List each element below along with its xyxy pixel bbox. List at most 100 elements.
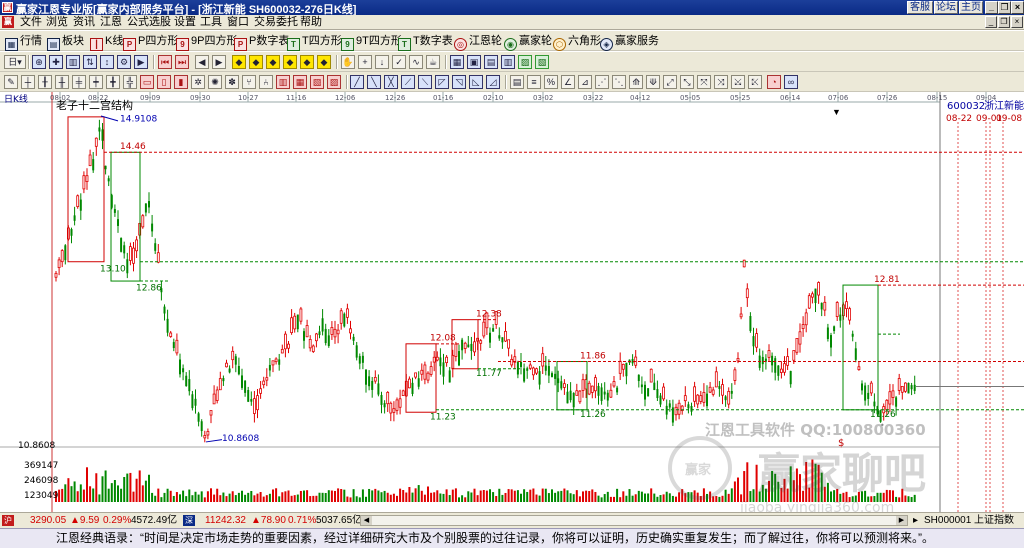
fan-icon-2[interactable]: ⋱ bbox=[612, 75, 626, 89]
toolbar-kline-button[interactable]: ┃ K线 bbox=[90, 33, 123, 51]
line-icon-9[interactable]: ◿ bbox=[486, 75, 500, 89]
bars-icon-7[interactable]: ╬ bbox=[123, 75, 137, 89]
bars-icon-5[interactable]: ┿ bbox=[89, 75, 103, 89]
gear-icon-2[interactable]: ✺ bbox=[208, 75, 222, 89]
grid-toggle-icon[interactable]: ▥ bbox=[66, 55, 80, 69]
toolbar-quotes-button[interactable]: ▦ 行情 bbox=[5, 33, 42, 51]
bars-icon-6[interactable]: ╋ bbox=[106, 75, 120, 89]
plus-icon[interactable]: + bbox=[358, 55, 372, 69]
bars-icon-4[interactable]: ╪ bbox=[72, 75, 86, 89]
settings-icon[interactable]: ⚙ bbox=[117, 55, 131, 69]
pie-icon[interactable]: ◔ bbox=[767, 75, 781, 89]
diamond-icon-4[interactable]: ◆ bbox=[283, 55, 297, 69]
toolbar-t-square-button[interactable]: T T四方形 bbox=[287, 33, 342, 51]
toolbar-9t-square-button[interactable]: 9 9T四方形 bbox=[341, 33, 402, 51]
toolbar-service-button[interactable]: ◈ 赢家服务 bbox=[600, 33, 659, 51]
percent-icon[interactable]: % bbox=[544, 75, 558, 89]
index-selector-icon[interactable]: ▸ bbox=[913, 514, 918, 528]
gear-icon-1[interactable]: ✲ bbox=[191, 75, 205, 89]
curve-icon[interactable]: ∿ bbox=[409, 55, 423, 69]
menu-tools[interactable]: 工具 bbox=[200, 16, 222, 29]
mdi-minimize-button[interactable]: _ bbox=[985, 16, 997, 28]
menu-gann[interactable]: 江恩 bbox=[100, 16, 122, 29]
homepage-link[interactable]: 主页 bbox=[959, 1, 983, 14]
toolbar-p-table-button[interactable]: P P数字表 bbox=[234, 33, 289, 51]
calc-icon[interactable]: ▦ bbox=[450, 55, 464, 69]
zoom-icon[interactable]: ⊕ bbox=[32, 55, 46, 69]
fan-icon-6[interactable]: ⤡ bbox=[680, 75, 694, 89]
menu-window[interactable]: 窗口 bbox=[227, 16, 249, 29]
menu-formula[interactable]: 公式选股 bbox=[127, 16, 171, 29]
line-icon-1[interactable]: ╱ bbox=[350, 75, 364, 89]
diamond-icon-2[interactable]: ◆ bbox=[249, 55, 263, 69]
bars-icon-3[interactable]: ╫ bbox=[55, 75, 69, 89]
dropdown-arrow-icon[interactable]: ▼ bbox=[832, 107, 841, 117]
scroll-left-arrow[interactable]: ◀ bbox=[361, 516, 372, 525]
line-icon-4[interactable]: ⟋ bbox=[401, 75, 415, 89]
box-icon-4[interactable]: ▥ bbox=[276, 75, 290, 89]
spiral-icon[interactable]: ∞ bbox=[784, 75, 798, 89]
fan-icon-7[interactable]: ⤧ bbox=[697, 75, 711, 89]
restore-button[interactable]: ❐ bbox=[998, 1, 1011, 14]
diamond-icon-5[interactable]: ◆ bbox=[300, 55, 314, 69]
line-icon-8[interactable]: ◺ bbox=[469, 75, 483, 89]
menu-help[interactable]: 帮助 bbox=[300, 16, 322, 29]
customer-service-link[interactable]: 客服 bbox=[907, 1, 933, 14]
sort-icon[interactable]: ⇅ bbox=[83, 55, 97, 69]
toolbar-p-square-button[interactable]: P P四方形 bbox=[123, 33, 178, 51]
fork-icon-2[interactable]: ⑃ bbox=[259, 75, 273, 89]
menu-settings[interactable]: 设置 bbox=[174, 16, 196, 29]
line-icon-6[interactable]: ◸ bbox=[435, 75, 449, 89]
table-mode-icon[interactable]: ▧ bbox=[535, 55, 549, 69]
menu-browse[interactable]: 浏览 bbox=[46, 16, 68, 29]
forum-link[interactable]: 论坛 bbox=[934, 1, 958, 14]
bars-icon-1[interactable]: ┼ bbox=[21, 75, 35, 89]
document-icon[interactable]: 赢 bbox=[2, 16, 14, 28]
menu-news[interactable]: 资讯 bbox=[73, 16, 95, 29]
diamond-icon-6[interactable]: ◆ bbox=[317, 55, 331, 69]
left-arrow-icon[interactable]: ◀ bbox=[195, 55, 209, 69]
kline-chart[interactable]: 08-02 08-22 09-09 09-30 10-27 11-16 12-06 12-26… bbox=[0, 92, 1024, 512]
diamond-icon-3[interactable]: ◆ bbox=[266, 55, 280, 69]
minimize-button[interactable]: _ bbox=[985, 1, 998, 14]
mdi-close-button[interactable]: × bbox=[1011, 16, 1023, 28]
arrow-down-icon[interactable]: ↓ bbox=[375, 55, 389, 69]
hand-icon[interactable]: ✋ bbox=[341, 55, 355, 69]
save-icon[interactable]: ▣ bbox=[467, 55, 481, 69]
line-icon-3[interactable]: ╳ bbox=[384, 75, 398, 89]
box-icon-6[interactable]: ▧ bbox=[310, 75, 324, 89]
last-bar-icon[interactable]: ⏭ bbox=[175, 55, 189, 69]
cross-icon[interactable]: ✚ bbox=[49, 55, 63, 69]
toolbar-blocks-button[interactable]: ▤ 板块 bbox=[47, 33, 84, 51]
fan-icon-5[interactable]: ⤢ bbox=[663, 75, 677, 89]
toolbar-t-table-button[interactable]: T T数字表 bbox=[398, 33, 453, 51]
box-icon-1[interactable]: ▭ bbox=[140, 75, 154, 89]
chart-svg[interactable]: 08-02 08-22 09-09 09-30 10-27 11-16 12-06 12-26… bbox=[0, 92, 1024, 512]
pencil-icon[interactable]: ✎ bbox=[4, 75, 18, 89]
export-icon[interactable]: ▥ bbox=[501, 55, 515, 69]
gear-icon-3[interactable]: ✽ bbox=[225, 75, 239, 89]
angle-icon-1[interactable]: ∠ bbox=[561, 75, 575, 89]
check-icon[interactable]: ✓ bbox=[392, 55, 406, 69]
toolbar-9p-square-button[interactable]: 9 9P四方形 bbox=[176, 33, 237, 51]
box-icon-5[interactable]: ▦ bbox=[293, 75, 307, 89]
box-icon-2[interactable]: ▯ bbox=[157, 75, 171, 89]
diamond-icon-1[interactable]: ◆ bbox=[232, 55, 246, 69]
fork-icon-1[interactable]: ⑂ bbox=[242, 75, 256, 89]
fan-icon-8[interactable]: ⤨ bbox=[714, 75, 728, 89]
bars-icon-2[interactable]: ╂ bbox=[38, 75, 52, 89]
toolbar-winner-wheel-button[interactable]: ◉ 赢家轮 bbox=[504, 33, 552, 51]
fan-icon-1[interactable]: ⋰ bbox=[595, 75, 609, 89]
first-bar-icon[interactable]: ⏮ bbox=[158, 55, 172, 69]
menu-trade[interactable]: 交易委托 bbox=[254, 16, 298, 29]
fib-icon[interactable]: ≡ bbox=[527, 75, 541, 89]
fan-icon-3[interactable]: ⟰ bbox=[629, 75, 643, 89]
chart-mode-icon[interactable]: ▨ bbox=[518, 55, 532, 69]
play-icon[interactable]: ▶ bbox=[134, 55, 148, 69]
scroll-right-arrow[interactable]: ▶ bbox=[896, 516, 907, 525]
ruler-icon[interactable]: ▤ bbox=[510, 75, 524, 89]
toolbar-hexagon-button[interactable]: ⬡ 六角形 bbox=[553, 33, 601, 51]
line-icon-5[interactable]: ⟍ bbox=[418, 75, 432, 89]
fan-icon-9[interactable]: ⤩ bbox=[731, 75, 745, 89]
line-icon-7[interactable]: ◹ bbox=[452, 75, 466, 89]
